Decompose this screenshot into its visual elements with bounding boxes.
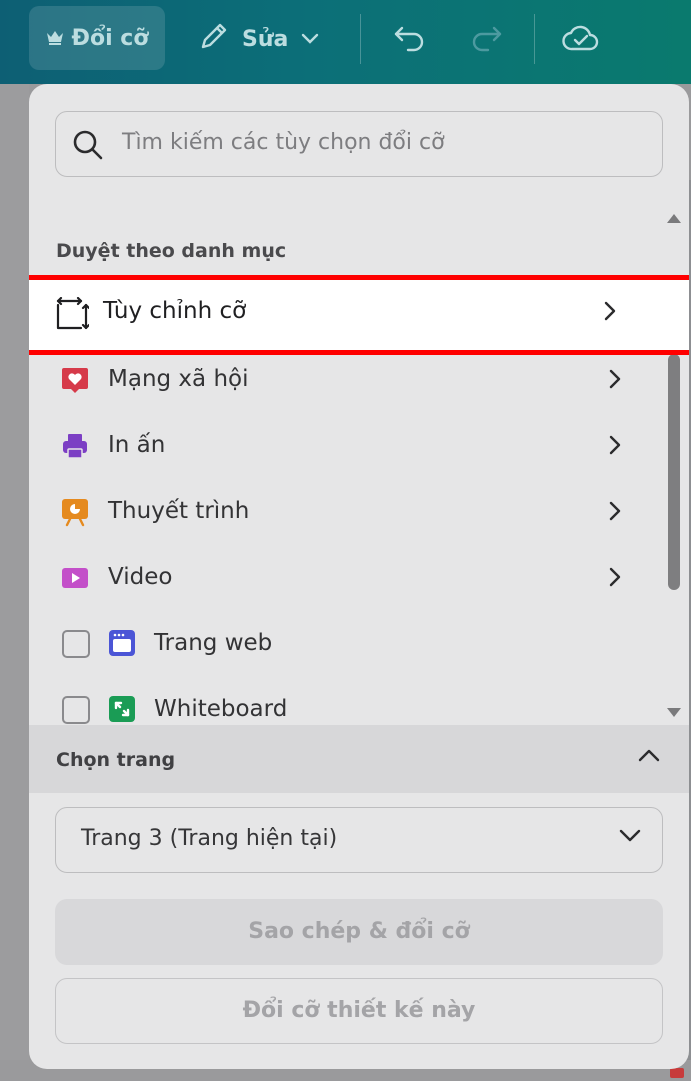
scroll-up-arrow-icon[interactable]	[666, 209, 682, 228]
scrollbar-thumb[interactable]	[668, 354, 680, 590]
choose-page-heading: Chọn trang	[56, 749, 176, 771]
chevron-right-icon	[608, 368, 622, 394]
chevron-right-icon	[608, 500, 622, 526]
whiteboard-icon	[108, 695, 136, 727]
video-icon	[60, 563, 90, 593]
chevron-down-icon	[618, 828, 642, 848]
cloud-save-button[interactable]	[561, 20, 601, 60]
page-select[interactable]: Trang 3 (Trang hiện tại)	[55, 807, 663, 873]
canvas-element	[670, 1068, 684, 1078]
search-icon	[72, 129, 104, 165]
chevron-right-icon	[608, 566, 622, 592]
cloud-check-icon	[562, 23, 600, 57]
undo-button[interactable]	[389, 20, 429, 60]
checkbox-item-label: Whiteboard	[154, 696, 288, 722]
edit-button-label: Sửa	[242, 26, 289, 52]
chevron-right-icon	[608, 434, 622, 460]
search-placeholder: Tìm kiếm các tùy chọn đổi cỡ	[122, 130, 445, 155]
webpage-icon	[108, 629, 136, 661]
undo-icon	[392, 24, 426, 56]
presentation-icon	[60, 497, 90, 527]
category-item-social-media[interactable]: Mạng xã hội	[29, 348, 661, 414]
category-label: Video	[108, 564, 173, 590]
browse-by-category-heading: Duyệt theo danh mục	[56, 240, 287, 262]
redo-button[interactable]	[467, 20, 507, 60]
category-label: In ấn	[108, 432, 166, 458]
redo-icon	[470, 24, 504, 56]
canvas-background	[0, 84, 29, 1081]
pencil-icon	[198, 20, 230, 58]
checkbox-item-label: Trang web	[154, 630, 273, 656]
webpage-checkbox[interactable]	[62, 630, 90, 658]
resize-button[interactable]: Đổi cỡ	[29, 6, 165, 70]
resize-panel: Tìm kiếm các tùy chọn đổi cỡ Duyệt theo …	[29, 84, 689, 1069]
checkbox-item-webpage[interactable]: Trang web	[29, 612, 661, 678]
toolbar-divider	[534, 14, 535, 64]
page-select-value: Trang 3 (Trang hiện tại)	[81, 826, 338, 851]
chevron-up-icon	[637, 747, 661, 767]
resize-this-design-button[interactable]: Đổi cỡ thiết kế này	[55, 978, 663, 1044]
whiteboard-checkbox[interactable]	[62, 696, 90, 724]
heart-icon	[60, 365, 90, 395]
category-label: Tùy chỉnh cỡ	[103, 298, 247, 324]
scroll-down-arrow-icon[interactable]	[666, 704, 682, 723]
chevron-down-icon	[300, 27, 320, 52]
printer-icon	[60, 431, 90, 461]
toolbar-divider	[360, 14, 361, 64]
chevron-right-icon	[603, 300, 617, 326]
search-field[interactable]: Tìm kiếm các tùy chọn đổi cỡ	[55, 111, 663, 177]
category-label: Thuyết trình	[108, 498, 250, 524]
resize-button-label: Đổi cỡ	[71, 25, 149, 51]
copy-and-resize-button[interactable]: Sao chép & đổi cỡ	[55, 899, 663, 965]
category-label: Mạng xã hội	[108, 366, 249, 392]
edit-button[interactable]: Sửa	[198, 14, 320, 64]
top-toolbar: Đổi cỡ Sửa	[0, 0, 691, 84]
category-item-custom-size[interactable]: Tùy chỉnh cỡ	[29, 275, 689, 355]
crown-icon	[46, 26, 64, 51]
custom-size-icon	[55, 296, 91, 335]
category-item-presentation[interactable]: Thuyết trình	[29, 480, 661, 546]
category-item-print[interactable]: In ấn	[29, 414, 661, 480]
choose-page-section-header[interactable]: Chọn trang	[29, 725, 689, 793]
category-item-video[interactable]: Video	[29, 546, 661, 612]
